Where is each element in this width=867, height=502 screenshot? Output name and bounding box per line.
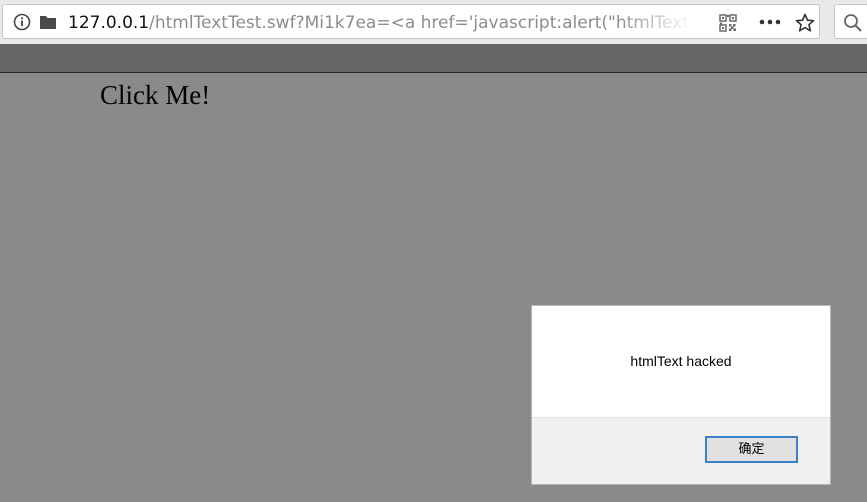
url-path: /htmlTextTest.swf?Mi1k7ea=<a href='javas… bbox=[149, 13, 693, 33]
page-icon[interactable] bbox=[39, 14, 57, 30]
alert-dialog: htmlText hacked 确定 bbox=[531, 305, 831, 485]
page-header-strip bbox=[0, 44, 867, 73]
info-icon[interactable] bbox=[13, 13, 31, 31]
click-me-link[interactable]: Click Me! bbox=[100, 79, 210, 111]
star-icon[interactable] bbox=[795, 13, 815, 33]
alert-footer: 确定 bbox=[532, 417, 830, 484]
search-box[interactable] bbox=[834, 4, 867, 39]
url-bar[interactable]: 127.0.0.1/htmlTextTest.swf?Mi1k7ea=<a hr… bbox=[2, 4, 820, 39]
url-host: 127.0.0.1 bbox=[68, 13, 150, 33]
alert-message: htmlText hacked bbox=[630, 353, 732, 369]
search-icon[interactable] bbox=[843, 13, 863, 33]
browser-toolbar: 127.0.0.1/htmlTextTest.swf?Mi1k7ea=<a hr… bbox=[0, 0, 867, 44]
ok-button[interactable]: 确定 bbox=[705, 436, 798, 463]
more-dots-icon[interactable] bbox=[759, 19, 781, 25]
url-text[interactable]: 127.0.0.1/htmlTextTest.swf?Mi1k7ea=<a hr… bbox=[68, 12, 693, 34]
qr-code-icon[interactable] bbox=[719, 14, 737, 32]
